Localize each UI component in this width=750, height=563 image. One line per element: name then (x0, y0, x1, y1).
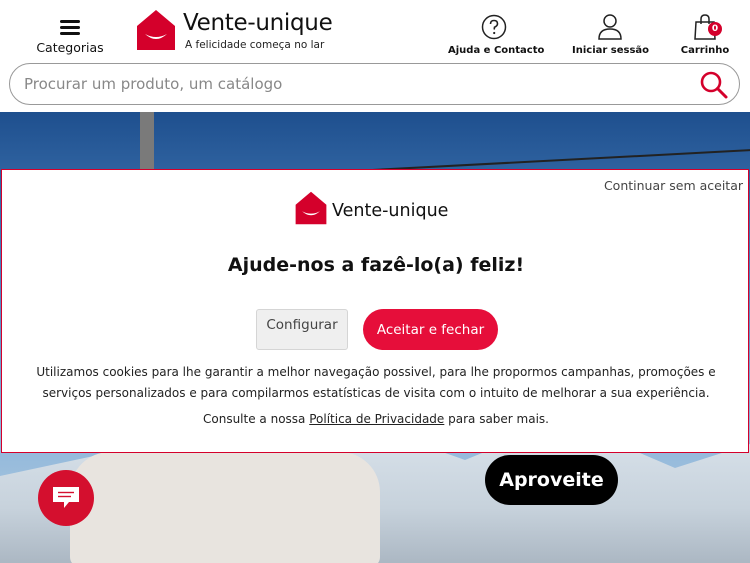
question-icon (481, 14, 507, 40)
categories-label: Categorias (36, 40, 104, 55)
help-label: Ajuda e Contacto (448, 45, 545, 56)
chat-button[interactable] (38, 470, 94, 526)
categories-button[interactable]: Categorias (30, 14, 110, 55)
modal-logo: Vente-unique (294, 190, 464, 226)
privacy-policy-link[interactable]: Política de Privacidade (309, 412, 444, 426)
privacy-notice: Consulte a nossa Política de Privacidade… (2, 412, 750, 426)
search-icon[interactable] (699, 70, 729, 100)
privacy-suffix: para saber mais. (444, 412, 549, 426)
continue-without-accepting-link[interactable]: Continuar sem aceitar (604, 178, 743, 193)
cart-count-badge: 0 (708, 22, 722, 36)
accept-and-close-button[interactable]: Aceitar e fechar (363, 309, 498, 350)
user-icon (598, 14, 622, 40)
search-input[interactable] (24, 70, 684, 98)
help-contact-link[interactable]: Ajuda e Contacto (448, 12, 545, 56)
configure-button[interactable]: Configurar (256, 309, 348, 350)
logo-brand: Vente-unique (183, 10, 333, 36)
privacy-prefix: Consulte a nossa (203, 412, 310, 426)
site-logo[interactable]: Vente-unique A felicidade começa no lar (135, 8, 345, 54)
cookie-description: Utilizamos cookies para lhe garantir a m… (36, 365, 716, 400)
armchair-image (70, 452, 380, 563)
modal-title: Ajude-nos a fazê-lo(a) feliz! (227, 254, 525, 276)
login-label: Iniciar sessão (572, 45, 650, 56)
cart-link[interactable]: 0 Carrinho (678, 12, 732, 56)
search-bar (9, 63, 740, 105)
cookie-consent-modal: Continuar sem aceitar Vente-unique Ajude… (1, 169, 749, 453)
logo-house-icon (137, 10, 175, 50)
chairlift-pole (140, 112, 154, 172)
modal-logo-brand: Vente-unique (332, 201, 449, 221)
login-link[interactable]: Iniciar sessão (572, 12, 650, 56)
hamburger-icon (60, 20, 80, 36)
logo-tagline: A felicidade começa no lar (185, 39, 325, 51)
cart-label: Carrinho (680, 45, 730, 56)
hero-cta-button[interactable]: Aproveite (485, 455, 618, 505)
site-header: Categorias Vente-unique A felicidade com… (0, 0, 750, 112)
chat-icon (53, 487, 79, 508)
logo-house-icon (295, 191, 327, 225)
